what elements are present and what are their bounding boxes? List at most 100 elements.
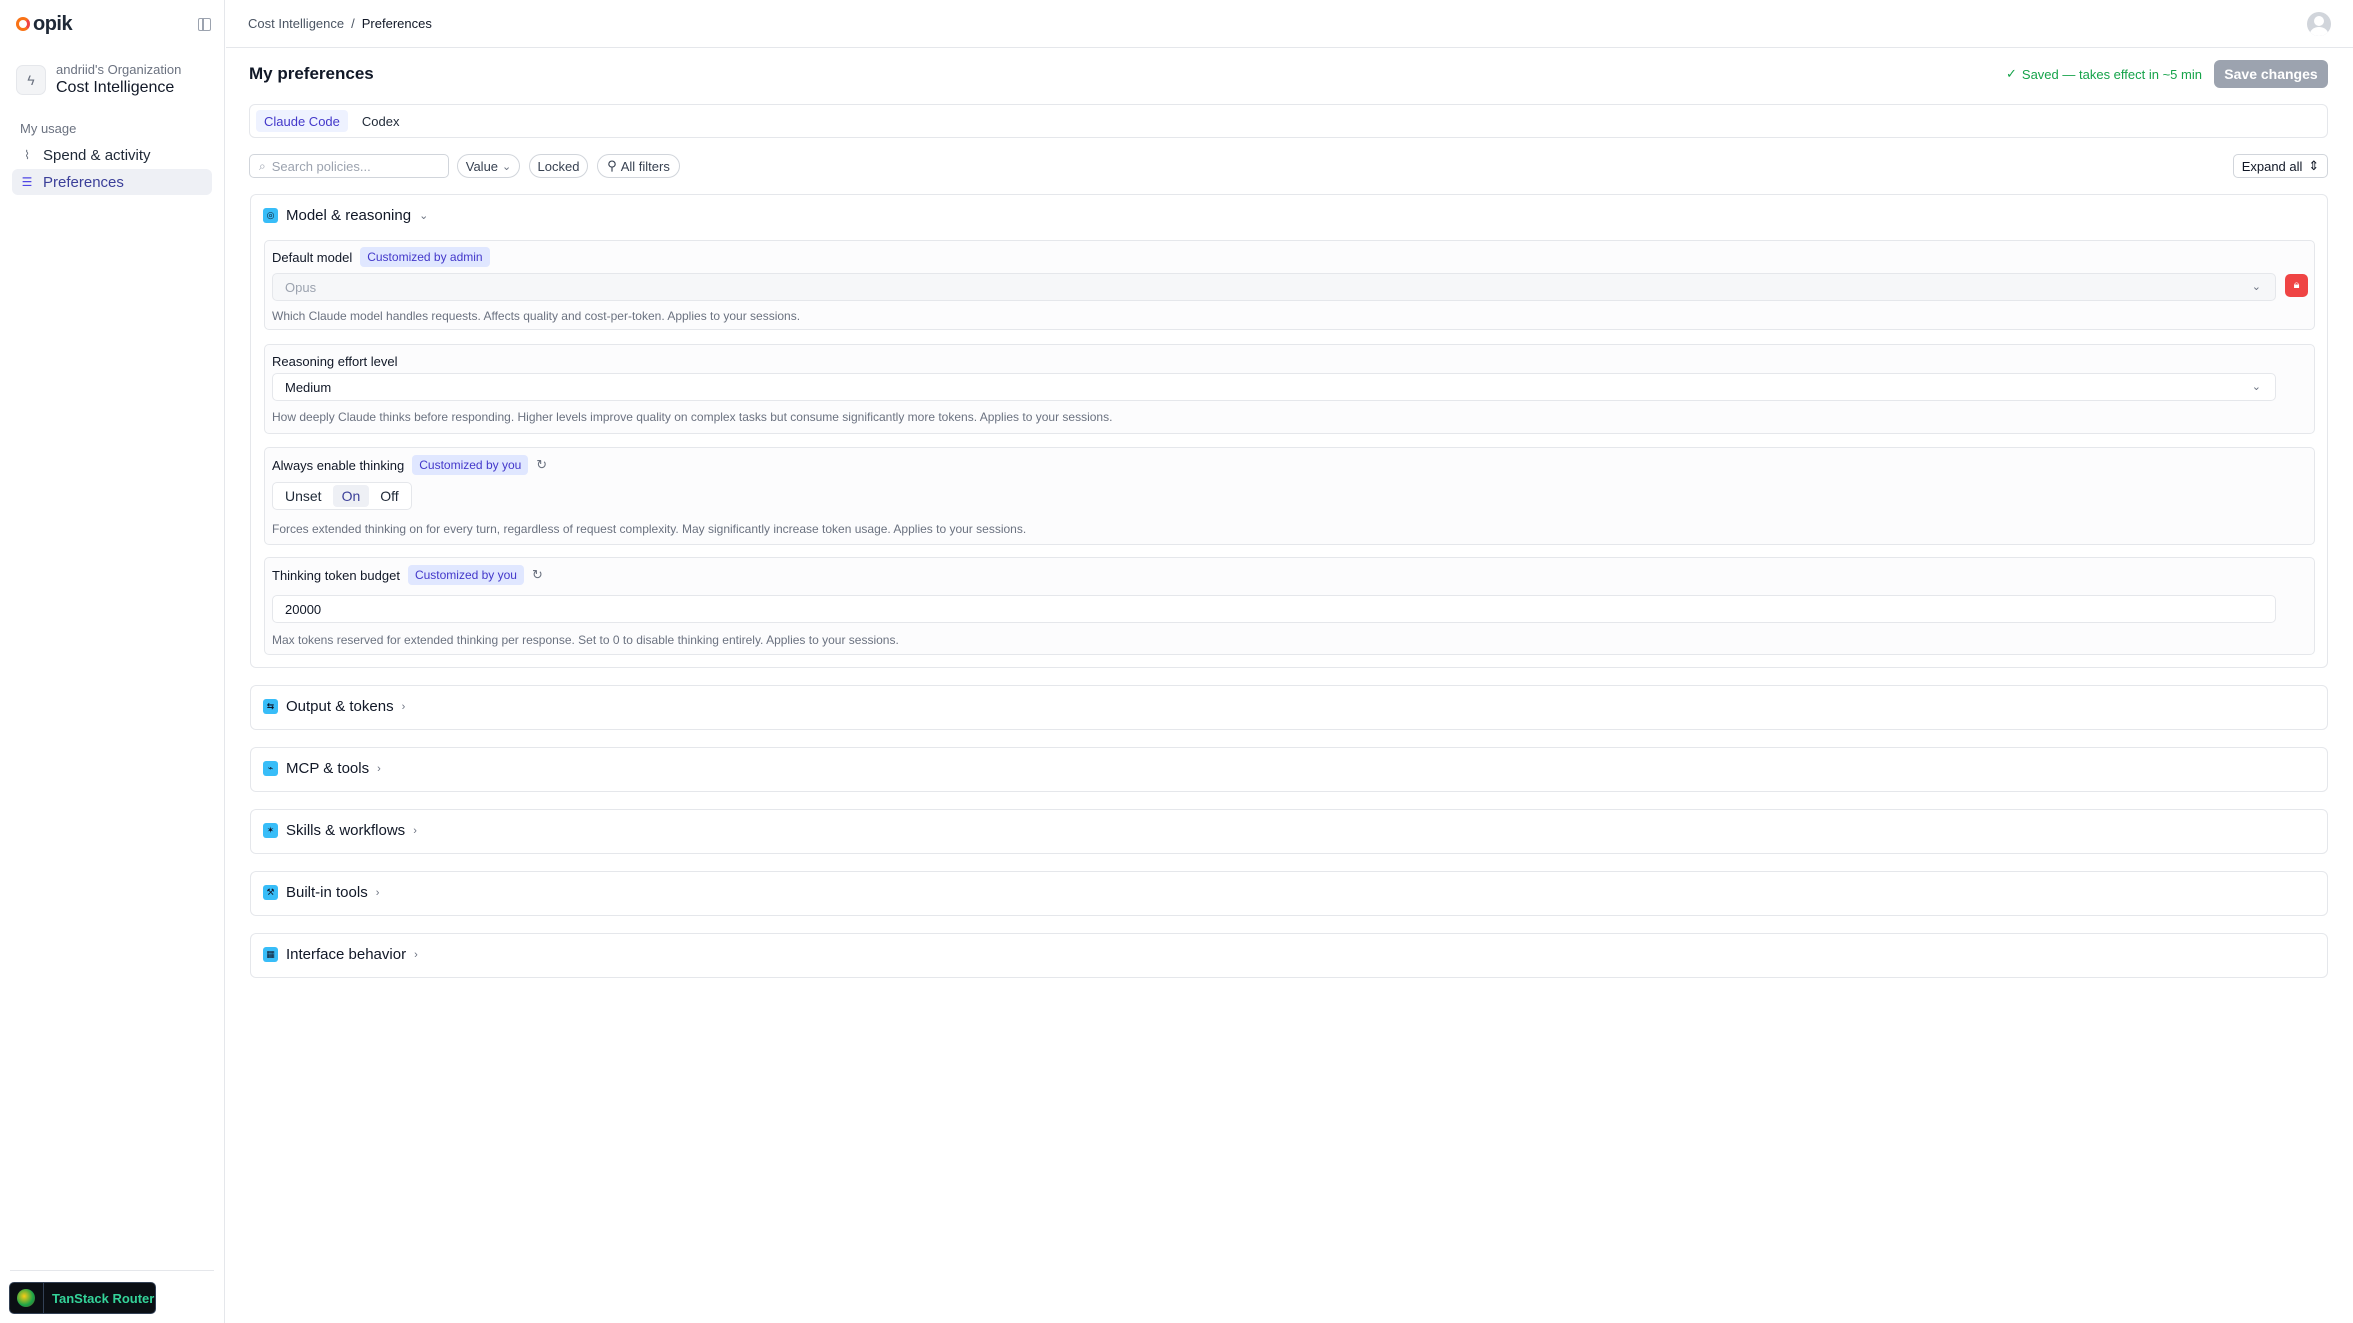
section-title: MCP & tools (286, 760, 370, 777)
breadcrumb-separator: / (351, 16, 355, 31)
value-filter-dropdown[interactable]: Value ⌄ (457, 154, 520, 178)
expand-icon: ⇕ (2308, 158, 2320, 173)
reset-icon[interactable]: ↻ (532, 567, 543, 583)
policy-label-text: Thinking token budget (272, 567, 400, 583)
tab-codex[interactable]: Codex (354, 110, 408, 132)
workflow-icon: ✶ (263, 823, 278, 838)
policy-reasoning-effort: Reasoning effort level Medium ⌄ How deep… (264, 344, 2315, 434)
user-avatar[interactable] (2307, 12, 2331, 36)
default-model-select: Opus ⌄ (272, 273, 2276, 301)
option-on[interactable]: On (332, 485, 370, 507)
chevron-right-icon: › (401, 700, 406, 713)
section-header[interactable]: ◎ Model & reasoning ⌄ (263, 207, 428, 224)
section-title: Model & reasoning (286, 207, 412, 224)
select-value: Medium (285, 379, 332, 395)
section-title: Built-in tools (286, 884, 368, 901)
section-built-in-tools[interactable]: ⚒ Built-in tools › (250, 871, 2328, 916)
policy-toolbar: ⌕ Search policies... Value ⌄ Locked ⚲ Al… (249, 154, 2328, 178)
topbar: Cost Intelligence / Preferences (226, 0, 2353, 48)
section-header[interactable]: ⌁ MCP & tools › (263, 760, 381, 777)
save-changes-button[interactable]: Save changes (2214, 60, 2328, 88)
select-value: Opus (285, 279, 317, 295)
breadcrumb-parent[interactable]: Cost Intelligence (248, 16, 344, 31)
policy-default-model: Default model Customized by admin Opus ⌄… (264, 240, 2315, 330)
section-title: Interface behavior (286, 946, 407, 963)
tanstack-logo-icon (17, 1289, 35, 1307)
filter-icon: ⚲ (607, 158, 617, 173)
search-icon: ⌕ (259, 158, 266, 173)
chevron-down-icon: ⌄ (2251, 381, 2261, 393)
search-placeholder: Search policies... (271, 158, 371, 174)
sliders-icon: ☰ (21, 175, 33, 189)
chevron-right-icon: › (375, 886, 380, 899)
chevron-right-icon: › (377, 762, 381, 775)
chevron-down-icon: ⌄ (2251, 281, 2261, 293)
breadcrumb-current: Preferences (361, 16, 432, 31)
model-reasoning-icon: ◎ (263, 208, 278, 223)
section-header[interactable]: ⇆ Output & tokens › (263, 698, 405, 715)
logo-row: opik (16, 12, 211, 36)
policy-label: Default model Customized by admin (272, 247, 490, 267)
policy-label-text: Always enable thinking (272, 457, 405, 473)
customized-badge: Customized by you (407, 565, 524, 585)
locked-filter-chip[interactable]: Locked (529, 154, 588, 178)
app-logo-text: opik (33, 12, 73, 35)
sidebar-item-label: Preferences (43, 173, 124, 191)
policy-description: Which Claude model handles requests. Aff… (272, 309, 801, 323)
opik-logo-icon (16, 17, 30, 31)
output-tokens-icon: ⇆ (263, 699, 278, 714)
policy-label: Reasoning effort level (272, 354, 398, 369)
chevron-right-icon: › (413, 824, 417, 837)
tab-claude-code[interactable]: Claude Code (256, 110, 348, 132)
bolt-icon: ϟ (16, 65, 46, 95)
chevron-down-icon: ⌄ (419, 210, 429, 222)
page-title: My preferences (249, 64, 374, 83)
workspace-switcher[interactable]: ϟ andriid's Organization Cost Intelligen… (16, 60, 211, 100)
sidebar-item-preferences[interactable]: ☰ Preferences (12, 169, 212, 195)
save-status: ✓ Saved — takes effect in ~5 min (2006, 66, 2202, 82)
policy-always-thinking: Always enable thinking Customized by you… (264, 447, 2315, 545)
section-header[interactable]: ✶ Skills & workflows › (263, 822, 417, 839)
expand-all-button[interactable]: Expand all ⇕ (2233, 154, 2328, 178)
tanstack-router-devtools-button[interactable]: TanStack Router (9, 1282, 156, 1314)
section-skills-workflows[interactable]: ✶ Skills & workflows › (250, 809, 2328, 854)
policy-description: Forces extended thinking on for every tu… (272, 522, 1027, 536)
section-header[interactable]: ⚒ Built-in tools › (263, 884, 379, 901)
policy-label-text: Default model (272, 249, 353, 265)
section-output-tokens[interactable]: ⇆ Output & tokens › (250, 685, 2328, 730)
reasoning-effort-select[interactable]: Medium ⌄ (272, 373, 2276, 401)
breadcrumb: Cost Intelligence / Preferences (248, 16, 432, 31)
sidebar-item-spend-activity[interactable]: ⌇ Spend & activity (12, 142, 212, 168)
option-unset[interactable]: Unset (276, 485, 331, 507)
reset-icon[interactable]: ↻ (536, 457, 547, 473)
policy-thinking-budget: Thinking token budget Customized by you … (264, 557, 2315, 655)
all-filters-button[interactable]: ⚲ All filters (597, 154, 680, 178)
expand-all-label: Expand all (2241, 158, 2303, 174)
chevron-right-icon: › (414, 948, 418, 961)
section-interface-behavior[interactable]: ▦ Interface behavior › (250, 933, 2328, 978)
option-off[interactable]: Off (371, 485, 407, 507)
section-model-reasoning: ◎ Model & reasoning ⌄ Default model Cust… (250, 194, 2328, 668)
sidebar-collapse-icon[interactable] (198, 17, 211, 31)
section-header[interactable]: ▦ Interface behavior › (263, 946, 418, 963)
activity-icon: ⌇ (24, 148, 30, 162)
customized-badge: Customized by admin (360, 247, 490, 267)
save-status-text: Saved — takes effect in ~5 min (2021, 66, 2202, 82)
policy-description: How deeply Claude thinks before respondi… (272, 410, 1113, 424)
always-thinking-toggle: Unset On Off (272, 482, 412, 510)
sidebar-item-label: Spend & activity (43, 146, 151, 164)
sidebar-divider (10, 1270, 214, 1271)
interface-icon: ▦ (263, 947, 278, 962)
policy-label: Always enable thinking Customized by you… (272, 455, 547, 475)
section-mcp-tools[interactable]: ⌁ MCP & tools › (250, 747, 2328, 792)
org-name: andriid's Organization (56, 62, 182, 77)
section-title: Output & tokens (286, 698, 394, 715)
search-input[interactable]: ⌕ Search policies... (249, 154, 449, 178)
all-filters-label: All filters (620, 158, 670, 174)
plug-icon: ⌁ (263, 761, 278, 776)
value-filter-label: Value (465, 158, 499, 174)
check-icon: ✓ (2006, 66, 2017, 81)
app-logo[interactable]: opik (16, 12, 73, 36)
thinking-budget-input[interactable]: 20000 (272, 595, 2276, 623)
lock-icon[interactable]: 🔒︎ (2285, 274, 2308, 297)
